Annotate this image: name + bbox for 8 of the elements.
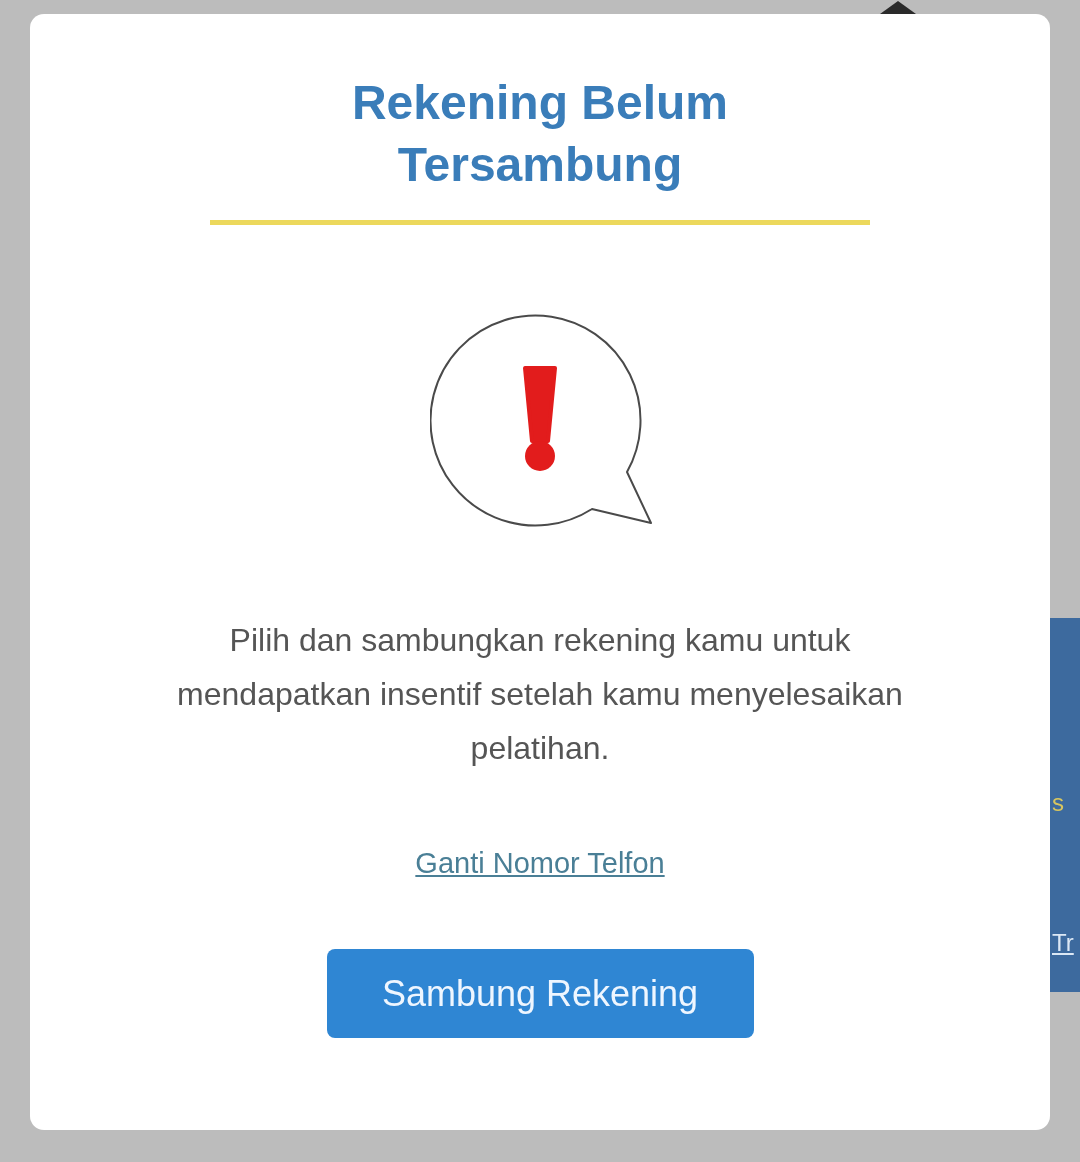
panel-link[interactable]: Tr: [1052, 928, 1074, 958]
dialog-title: Rekening Belum Tersambung: [350, 75, 730, 193]
connect-account-button[interactable]: Sambung Rekening: [326, 949, 754, 1038]
panel-text: s: [1052, 788, 1064, 818]
triangle-icon: [878, 0, 918, 14]
dialog-message: Pilih dan sambungkan rekening kamu untuk mendapatkan insentif setelah kamu menyelesaikan pelatihan.: [176, 621, 904, 768]
change-phone-link[interactable]: Ganti Nomor Telfon: [415, 843, 665, 883]
exclamation-bubble-icon: [430, 313, 654, 527]
